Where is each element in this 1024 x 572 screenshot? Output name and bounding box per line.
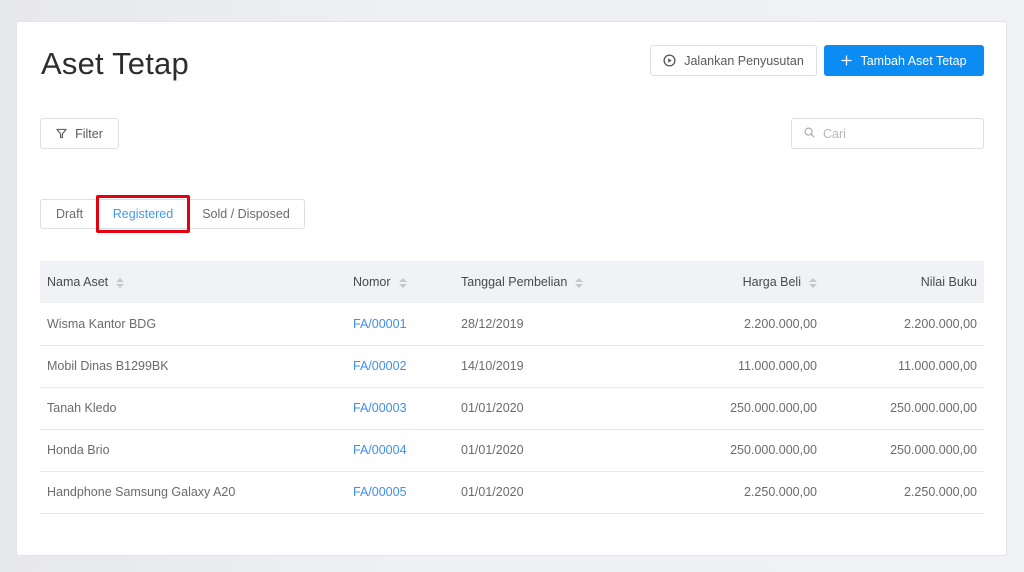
- asset-name: Mobil Dinas B1299BK: [47, 359, 169, 373]
- funnel-icon: [56, 128, 67, 139]
- column-header-harga-beli[interactable]: Harga Beli: [644, 261, 824, 303]
- tab-sold-disposed[interactable]: Sold / Disposed: [188, 200, 304, 228]
- table-row[interactable]: Tanah Kledo FA/00003 01/01/2020 250.000.…: [40, 387, 984, 429]
- purchase-price: 2.200.000,00: [744, 316, 817, 331]
- purchase-price: 250.000.000,00: [730, 401, 817, 415]
- purchase-price: 250.000.000,00: [730, 443, 817, 457]
- main-card: Aset Tetap Jalankan Penyusutan Tambah As…: [16, 21, 1007, 556]
- purchase-price: 2.250.000,00: [744, 485, 817, 499]
- asset-number-link[interactable]: FA/00003: [353, 401, 407, 415]
- asset-number-link[interactable]: FA/00001: [353, 317, 407, 331]
- assets-table: Nama Aset Nomor Tanggal Pembelian Harga …: [40, 261, 984, 514]
- add-asset-button[interactable]: Tambah Aset Tetap: [824, 45, 984, 76]
- column-label: Nilai Buku: [920, 275, 977, 289]
- table-row[interactable]: Wisma Kantor BDG FA/00001 28/12/2019 2.2…: [40, 303, 984, 345]
- run-depreciation-label: Jalankan Penyusutan: [684, 53, 804, 68]
- asset-number-link[interactable]: FA/00005: [353, 485, 407, 499]
- purchase-date: 01/01/2020: [461, 401, 524, 415]
- purchase-date: 01/01/2020: [461, 485, 524, 499]
- asset-name: Honda Brio: [47, 443, 110, 457]
- plus-icon: [841, 55, 852, 66]
- filter-label: Filter: [75, 126, 103, 141]
- sort-icon[interactable]: [575, 277, 584, 289]
- purchase-price: 11.000.000,00: [737, 359, 817, 373]
- column-header-nilai-buku: Nilai Buku: [824, 261, 984, 303]
- status-tabs: Draft Registered Sold / Disposed: [40, 195, 305, 233]
- book-value: 250.000.000,00: [890, 401, 977, 415]
- search-box[interactable]: [791, 118, 984, 149]
- play-circle-icon: [663, 54, 676, 67]
- book-value: 2.200.000,00: [904, 316, 977, 331]
- asset-name: Handphone Samsung Galaxy A20: [47, 485, 236, 499]
- tab-draft[interactable]: Draft: [41, 200, 98, 228]
- book-value: 250.000.000,00: [890, 443, 977, 457]
- tab-registered[interactable]: Registered: [96, 195, 190, 233]
- asset-number-link[interactable]: FA/00004: [353, 443, 407, 457]
- sort-icon[interactable]: [809, 277, 817, 289]
- sort-icon[interactable]: [116, 277, 125, 289]
- filter-button[interactable]: Filter: [40, 118, 119, 149]
- column-label: Nomor: [353, 275, 391, 289]
- table-row[interactable]: Honda Brio FA/00004 01/01/2020 250.000.0…: [40, 429, 984, 471]
- book-value: 11.000.000,00: [897, 359, 977, 373]
- column-header-tanggal-pembelian[interactable]: Tanggal Pembelian: [454, 261, 644, 303]
- asset-number-link[interactable]: FA/00002: [353, 359, 407, 373]
- run-depreciation-button[interactable]: Jalankan Penyusutan: [650, 45, 817, 76]
- column-label: Nama Aset: [47, 275, 109, 289]
- purchase-date: 01/01/2020: [461, 443, 524, 457]
- search-input[interactable]: [823, 126, 973, 141]
- asset-name: Wisma Kantor BDG: [47, 316, 157, 331]
- column-label: Tanggal Pembelian: [461, 275, 568, 289]
- table-row[interactable]: Mobil Dinas B1299BK FA/00002 14/10/2019 …: [40, 345, 984, 387]
- page-title: Aset Tetap: [41, 46, 189, 81]
- add-asset-label: Tambah Aset Tetap: [860, 53, 967, 68]
- table-row[interactable]: Handphone Samsung Galaxy A20 FA/00005 01…: [40, 471, 984, 513]
- table-header-row: Nama Aset Nomor Tanggal Pembelian Harga …: [40, 261, 984, 303]
- asset-name: Tanah Kledo: [47, 401, 117, 415]
- sort-icon[interactable]: [398, 277, 407, 289]
- purchase-date: 14/10/2019: [461, 359, 524, 373]
- column-header-nama-aset[interactable]: Nama Aset: [40, 261, 346, 303]
- column-label: Harga Beli: [742, 275, 801, 289]
- column-header-nomor[interactable]: Nomor: [346, 261, 454, 303]
- search-icon: [804, 125, 815, 143]
- book-value: 2.250.000,00: [904, 485, 977, 499]
- purchase-date: 28/12/2019: [461, 316, 524, 331]
